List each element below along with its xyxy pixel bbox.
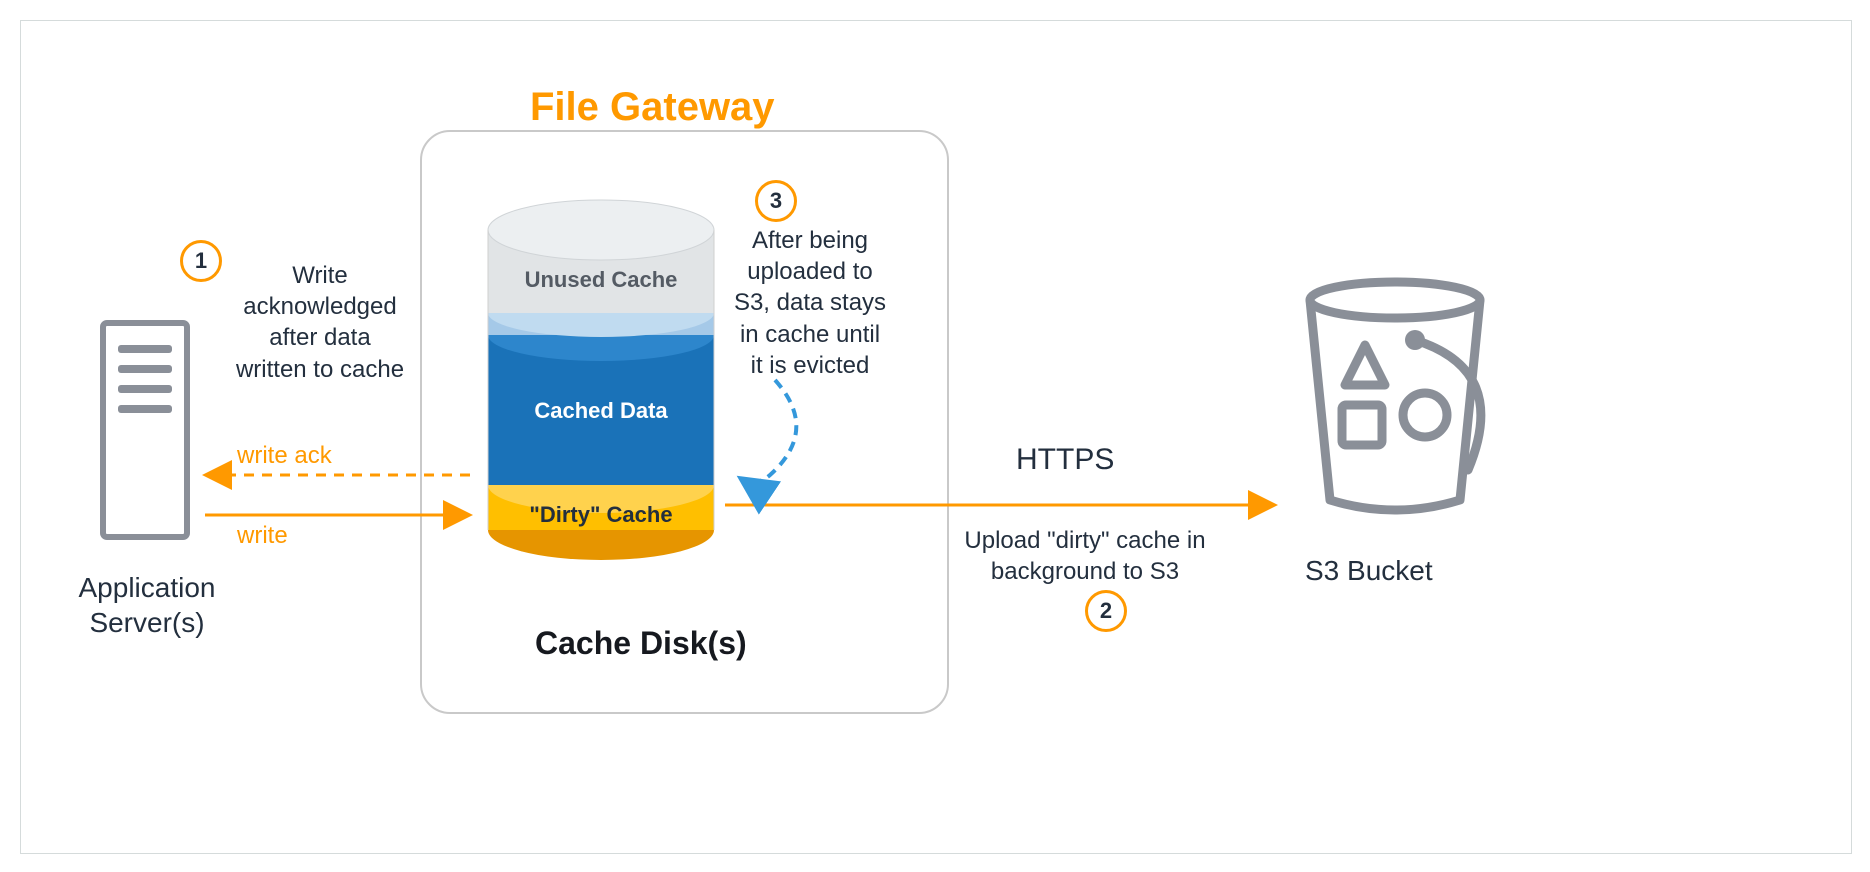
step-1-badge: 1: [180, 240, 222, 282]
step-2-text: Upload "dirty" cache in background to S3: [955, 525, 1215, 587]
step-3-text: After being uploaded to S3, data stays i…: [730, 225, 890, 381]
arrows-layer: [0, 0, 1870, 872]
step-3-badge: 3: [755, 180, 797, 222]
write-ack-label: write ack: [237, 440, 332, 471]
step-1-text: Write acknowledged after data written to…: [225, 260, 415, 385]
write-label: write: [237, 520, 288, 551]
step-2-badge: 2: [1085, 590, 1127, 632]
https-label: HTTPS: [1016, 440, 1114, 479]
